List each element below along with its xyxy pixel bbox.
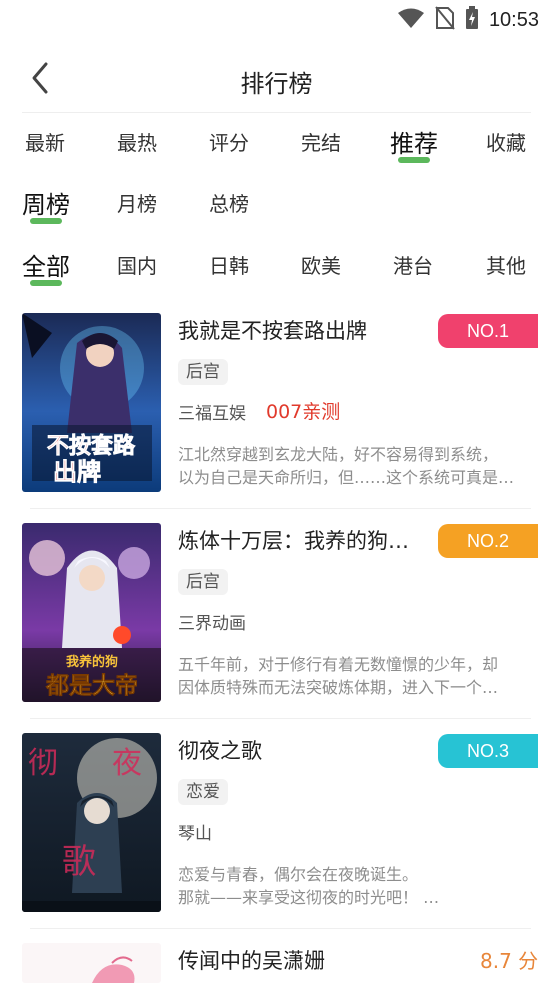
period-tabs: 周榜 月榜 总榜 <box>0 185 553 235</box>
svg-text:都是大帝: 都是大帝 <box>45 672 138 699</box>
tab-domestic[interactable]: 国内 <box>117 250 157 279</box>
tab-weekly[interactable]: 周榜 <box>22 185 70 224</box>
book-author: 琴山 <box>178 824 212 844</box>
tab-other[interactable]: 其他 <box>486 250 526 279</box>
book-author: 三福互娱 <box>178 404 246 424</box>
book-title: 彻夜之歌 <box>178 739 262 763</box>
tab-hk-tw[interactable]: 港台 <box>393 250 433 279</box>
tab-japan-korea[interactable]: 日韩 <box>209 250 249 279</box>
status-bar: 10:53 <box>0 0 553 40</box>
active-period-indicator <box>30 218 62 224</box>
list-item[interactable]: 我养的狗 都是大帝 炼体十万层：我养的狗… NO.2 后宫 三界动画 五千年前，… <box>0 523 553 733</box>
book-author: 三界动画 <box>178 614 246 634</box>
svg-text:彻: 彻 <box>28 746 58 781</box>
book-title: 我就是不按套路出牌 <box>178 319 367 343</box>
svg-text:出牌: 出牌 <box>53 457 101 486</box>
wifi-icon <box>397 7 425 33</box>
rank-badge: NO.2 <box>438 524 538 558</box>
svg-text:不按套路: 不按套路 <box>47 433 136 459</box>
rank-badge: NO.3 <box>438 734 538 768</box>
book-score: 8.7 分 <box>480 949 539 973</box>
list-item[interactable]: 传闻中的吴潇姗 8.7 分 <box>0 943 553 983</box>
region-tabs: 全部 国内 日韩 欧美 港台 其他 <box>0 247 553 297</box>
header: 排行榜 <box>0 48 553 110</box>
tab-hottest[interactable]: 最热 <box>117 127 157 156</box>
page-title: 排行榜 <box>240 70 313 98</box>
category-tabs: 最新 最热 评分 完结 推荐 收藏 <box>0 124 553 174</box>
tab-monthly[interactable]: 月榜 <box>117 188 157 217</box>
tab-latest[interactable]: 最新 <box>25 127 65 156</box>
list-divider <box>30 928 531 929</box>
genre-tag: 恋爱 <box>178 779 228 805</box>
tab-favorites[interactable]: 收藏 <box>486 127 526 156</box>
tab-completed[interactable]: 完结 <box>301 127 341 156</box>
svg-text:歌: 歌 <box>62 842 96 882</box>
tab-europe-america[interactable]: 欧美 <box>301 250 341 279</box>
active-tab-indicator <box>398 157 430 163</box>
status-time: 10:53 <box>488 8 539 31</box>
book-title: 传闻中的吴潇姗 <box>178 949 325 973</box>
list-divider <box>30 508 531 509</box>
tab-all[interactable]: 全部 <box>22 247 70 286</box>
genre-tag: 后宫 <box>178 569 228 595</box>
list-item[interactable]: 彻 夜 歌 彻夜之歌 NO.3 恋爱 琴山 恋爱与青春，偶尔会在夜晚诞生。 那就… <box>0 733 553 943</box>
book-cover-image <box>22 943 161 983</box>
rank-badge: NO.1 <box>438 314 538 348</box>
tab-recommended[interactable]: 推荐 <box>390 124 438 163</box>
book-description: 江北然穿越到玄龙大陆，好不容易得到系统， 以为自己是天命所归，但……这个系统可真… <box>178 445 515 487</box>
svg-text:夜: 夜 <box>112 746 142 781</box>
promo-label: 007亲测 <box>266 401 341 423</box>
battery-charging-icon <box>465 6 479 34</box>
book-description: 恋爱与青春，偶尔会在夜晚诞生。 那就——来享受这彻夜的时光吧！ … <box>178 865 440 907</box>
book-description: 五千年前，对于修行有着无数憧憬的少年，却 因体质特殊而无法突破炼体期，进入下一个… <box>178 655 499 697</box>
genre-tag: 后宫 <box>178 359 228 385</box>
active-region-indicator <box>30 280 62 286</box>
tab-rating[interactable]: 评分 <box>209 127 249 156</box>
no-sim-icon <box>435 6 455 34</box>
book-title: 炼体十万层：我养的狗… <box>178 529 409 553</box>
book-cover-image: 我养的狗 都是大帝 <box>22 523 161 702</box>
tab-all-time[interactable]: 总榜 <box>209 188 249 217</box>
svg-text:我养的狗: 我养的狗 <box>66 654 118 670</box>
list-divider <box>30 718 531 719</box>
book-cover-image: 彻 夜 歌 <box>22 733 161 912</box>
list-item[interactable]: 不按套路 出牌 我就是不按套路出牌 NO.1 后宫 三福互娱 007亲测 江北然… <box>0 313 553 523</box>
header-divider <box>22 112 531 113</box>
book-cover-image: 不按套路 出牌 <box>22 313 161 492</box>
